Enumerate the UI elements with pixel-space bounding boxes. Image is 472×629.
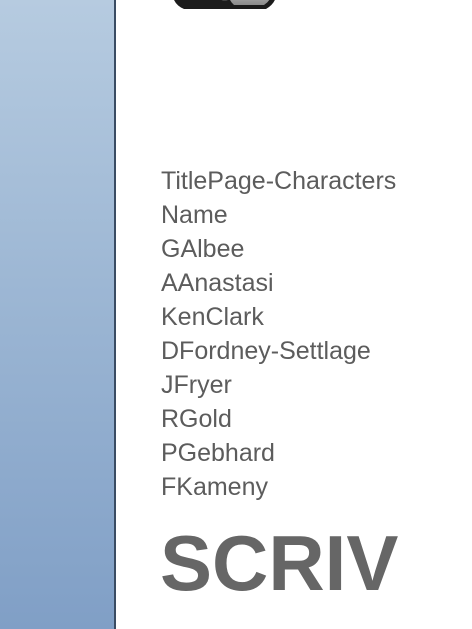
character-list: TitlePage-Characters Name GAlbee AAnasta… (161, 164, 396, 504)
list-item[interactable]: PGebhard (161, 436, 396, 470)
app-icon[interactable] (168, 0, 280, 12)
list-item[interactable]: JFryer (161, 368, 396, 402)
list-item[interactable]: DFordney-Settlage (161, 334, 396, 368)
sidebar (0, 0, 116, 629)
list-item[interactable]: Name (161, 198, 396, 232)
list-item[interactable]: FKameny (161, 470, 396, 504)
app-icon-graphic (174, 0, 275, 9)
scriv-wordmark: SCRIV (160, 519, 399, 607)
list-item[interactable]: TitlePage-Characters (161, 164, 396, 198)
list-item[interactable]: KenClark (161, 300, 396, 334)
list-item[interactable]: RGold (161, 402, 396, 436)
window: TitlePage-Characters Name GAlbee AAnasta… (0, 0, 472, 629)
list-item[interactable]: AAnastasi (161, 266, 396, 300)
list-item[interactable]: GAlbee (161, 232, 396, 266)
